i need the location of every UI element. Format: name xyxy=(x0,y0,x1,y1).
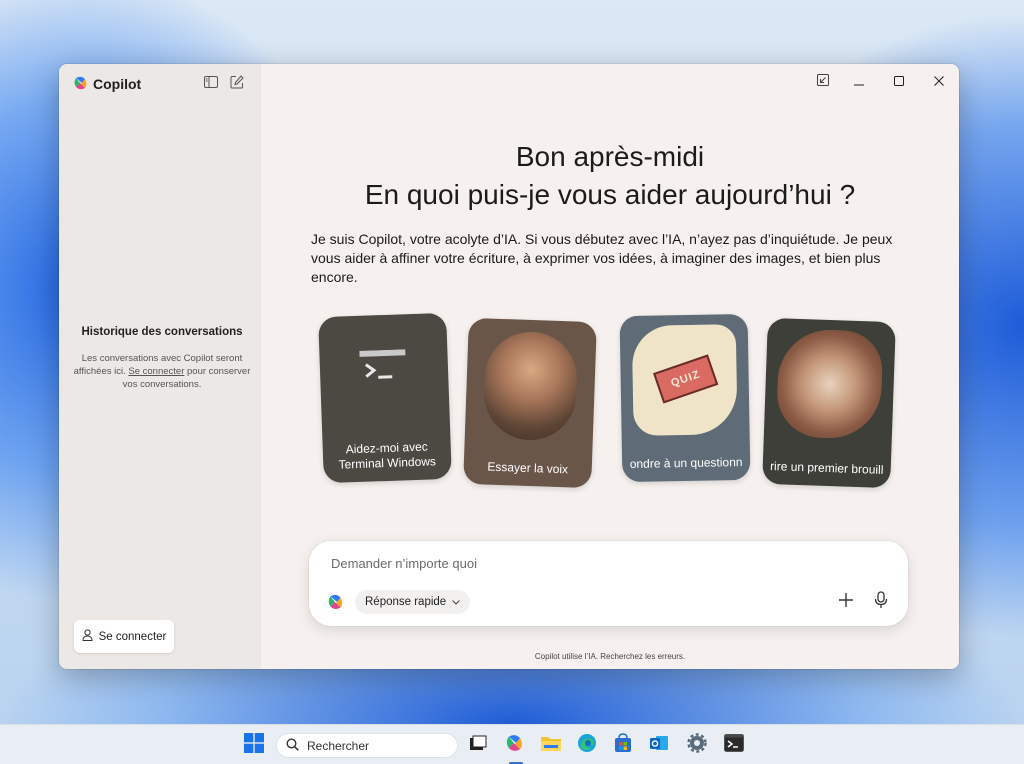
person-photo-draft xyxy=(775,328,884,440)
copilot-small-logo-icon xyxy=(327,593,345,616)
chat-input[interactable] xyxy=(331,553,871,573)
taskbar-outlook[interactable] xyxy=(645,731,673,759)
search-icon xyxy=(286,737,299,754)
quiz-illustration: QUIZ xyxy=(631,324,738,436)
history-text: Les conversations avec Copilot seront af… xyxy=(67,352,257,391)
copilot-logo-icon xyxy=(73,75,89,94)
external-window-icon xyxy=(817,73,829,91)
card-label-quiz: ondre à un questionn xyxy=(629,455,743,471)
edge-browser-icon xyxy=(577,733,597,758)
copilot-window: Copilot Historique des conversations Les… xyxy=(59,64,959,669)
search-label: Rechercher xyxy=(307,738,370,753)
sidebar: Copilot Historique des conversations Les… xyxy=(59,64,261,669)
person-icon xyxy=(82,629,93,644)
toggle-sidebar-button[interactable] xyxy=(201,74,221,94)
taskbar-store[interactable] xyxy=(609,731,637,759)
taskbar-edge[interactable] xyxy=(573,731,601,759)
outlook-icon xyxy=(649,733,669,758)
app-brand: Copilot xyxy=(73,74,141,94)
suggestion-card-voice[interactable]: Essayer la voix xyxy=(463,317,597,489)
taskbar-terminal[interactable] xyxy=(720,731,748,759)
task-view-icon xyxy=(469,735,487,756)
taskbar-copilot[interactable] xyxy=(501,731,529,759)
terminal-icon xyxy=(359,349,406,392)
close-button[interactable] xyxy=(927,72,951,92)
taskbar-search[interactable]: Rechercher xyxy=(276,733,458,758)
maximize-button[interactable] xyxy=(887,72,911,92)
suggestion-card-quiz[interactable]: QUIZ ondre à un questionn xyxy=(619,313,751,483)
start-button[interactable] xyxy=(240,731,268,759)
card-label-draft: rire un premier brouill xyxy=(769,458,884,477)
sidebar-panel-icon xyxy=(204,75,218,93)
voice-input-button[interactable] xyxy=(869,590,893,614)
chevron-down-icon xyxy=(452,596,461,608)
minimize-icon xyxy=(854,73,864,91)
response-mode-dropdown[interactable]: Réponse rapide xyxy=(355,590,471,614)
ai-disclaimer: Copilot utilise l’IA. Recherchez les err… xyxy=(534,652,686,661)
open-in-browser-button[interactable] xyxy=(811,72,835,92)
quiz-card-icon: QUIZ xyxy=(653,354,719,404)
suggestion-card-terminal[interactable]: Aidez-moi avec Terminal Windows xyxy=(318,312,452,484)
windows-logo-icon xyxy=(244,732,264,758)
store-bag-icon xyxy=(613,732,633,758)
main-panel: Bon après-midi En quoi puis-je vous aide… xyxy=(261,64,959,669)
close-icon xyxy=(934,73,944,91)
terminal-app-icon xyxy=(724,733,744,757)
taskbar: Rechercher xyxy=(0,724,1024,764)
copilot-app-icon xyxy=(505,733,525,758)
maximize-icon xyxy=(894,73,904,91)
greeting-heading: Bon après-midi En quoi puis-je vous aide… xyxy=(261,138,959,214)
intro-text: Je suis Copilot, votre acolyte d’IA. Si … xyxy=(311,231,893,285)
conversation-history: Historique des conversations Les convers… xyxy=(67,326,257,391)
person-photo-voice xyxy=(482,330,579,442)
microphone-icon xyxy=(874,590,888,614)
greeting-line-1: Bon après-midi xyxy=(515,141,705,172)
app-name: Copilot xyxy=(93,76,142,92)
greeting-line-2: En quoi puis-je vous aider aujourd’hui ? xyxy=(364,179,856,210)
gear-icon xyxy=(687,732,707,758)
plus-icon xyxy=(838,592,854,613)
taskbar-file-explorer[interactable] xyxy=(537,731,565,759)
suggestion-card-draft[interactable]: rire un premier brouill xyxy=(762,317,896,489)
card-label-voice: Essayer la voix xyxy=(487,459,569,477)
task-view-button[interactable] xyxy=(464,731,492,759)
add-attachment-button[interactable] xyxy=(834,590,858,614)
response-mode-label: Réponse rapide xyxy=(365,596,447,608)
sign-in-label: Se connecter xyxy=(98,630,167,643)
history-title: Historique des conversations xyxy=(81,326,243,338)
new-chat-button[interactable] xyxy=(227,74,247,94)
folder-icon xyxy=(540,734,562,757)
taskbar-settings[interactable] xyxy=(683,731,711,759)
sign-in-button[interactable]: Se connecter xyxy=(74,620,174,653)
chat-input-box: Réponse rapide xyxy=(309,541,908,626)
card-label-terminal: Aidez-moi avec Terminal Windows xyxy=(338,439,437,472)
history-connect-link[interactable]: Se connecter xyxy=(128,366,184,377)
compose-icon xyxy=(230,74,244,94)
minimize-button[interactable] xyxy=(847,72,871,92)
